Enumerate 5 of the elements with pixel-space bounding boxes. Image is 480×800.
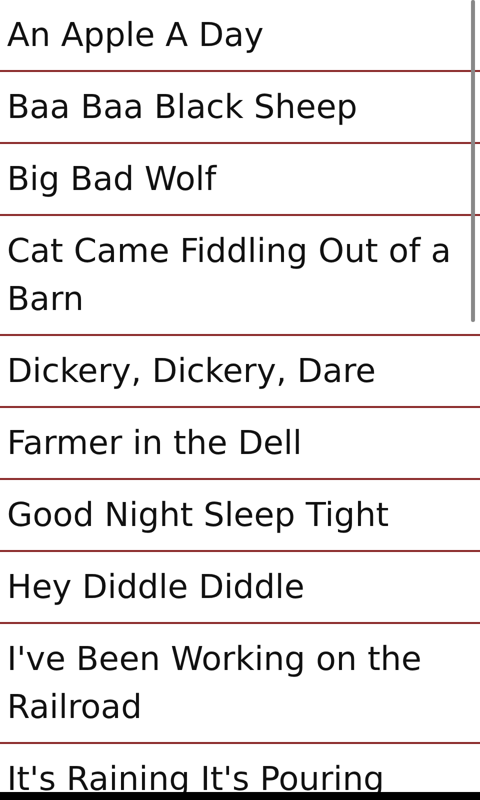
song-list-item[interactable]: I've Been Working on the Railroad: [0, 624, 480, 744]
song-list-item[interactable]: Hey Diddle Diddle: [0, 552, 480, 624]
song-list-item[interactable]: Farmer in the Dell: [0, 408, 480, 480]
song-list-item[interactable]: Dickery, Dickery, Dare: [0, 336, 480, 408]
song-list-item[interactable]: Good Night Sleep Tight: [0, 480, 480, 552]
